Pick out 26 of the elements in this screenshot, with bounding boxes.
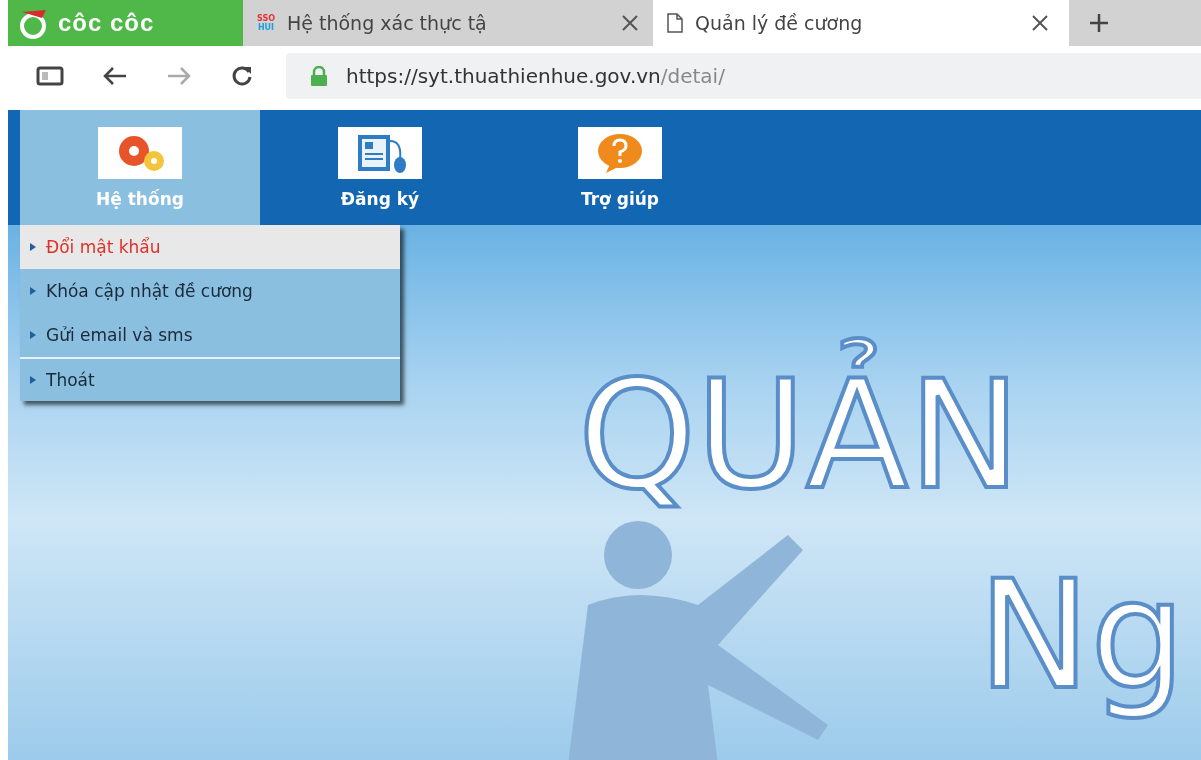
menu-item[interactable]: Gửi email và sms — [20, 313, 400, 357]
browser-tab[interactable]: SSO HUI Hệ thống xác thực tậ — [243, 0, 653, 46]
reload-icon — [230, 64, 254, 88]
favicon-icon: SSO HUI — [257, 14, 275, 32]
banner-headline: QUẢN — [570, 335, 1029, 535]
close-icon[interactable] — [1031, 14, 1049, 32]
address-bar[interactable]: https://syt.thuathienhue.gov.vn/detai/ — [286, 53, 1201, 99]
menu-item[interactable]: Thoát — [20, 357, 400, 401]
sidebar-icon — [36, 66, 64, 86]
bullet-icon — [30, 376, 36, 384]
bullet-icon — [30, 287, 36, 295]
back-arrow-icon — [102, 66, 128, 86]
logo-text: côc côc — [58, 9, 155, 37]
forward-arrow-icon — [166, 66, 192, 86]
menu-item[interactable]: Khóa cập nhật đề cương — [20, 269, 400, 313]
banner-headline: Ng — [977, 547, 1187, 724]
nav-item[interactable]: Đăng ký — [260, 110, 500, 225]
plus-icon — [1089, 13, 1109, 33]
menu-item[interactable]: Đổi mật khẩu — [20, 225, 400, 269]
bullet-icon — [30, 243, 36, 251]
lock-icon — [310, 66, 328, 86]
url-text: https://syt.thuathienhue.gov.vn/detai/ — [346, 64, 725, 88]
nav-item[interactable]: Trợ giúp — [500, 110, 740, 225]
page-icon — [667, 13, 683, 33]
bullet-icon — [30, 331, 36, 339]
close-icon[interactable] — [621, 14, 639, 32]
